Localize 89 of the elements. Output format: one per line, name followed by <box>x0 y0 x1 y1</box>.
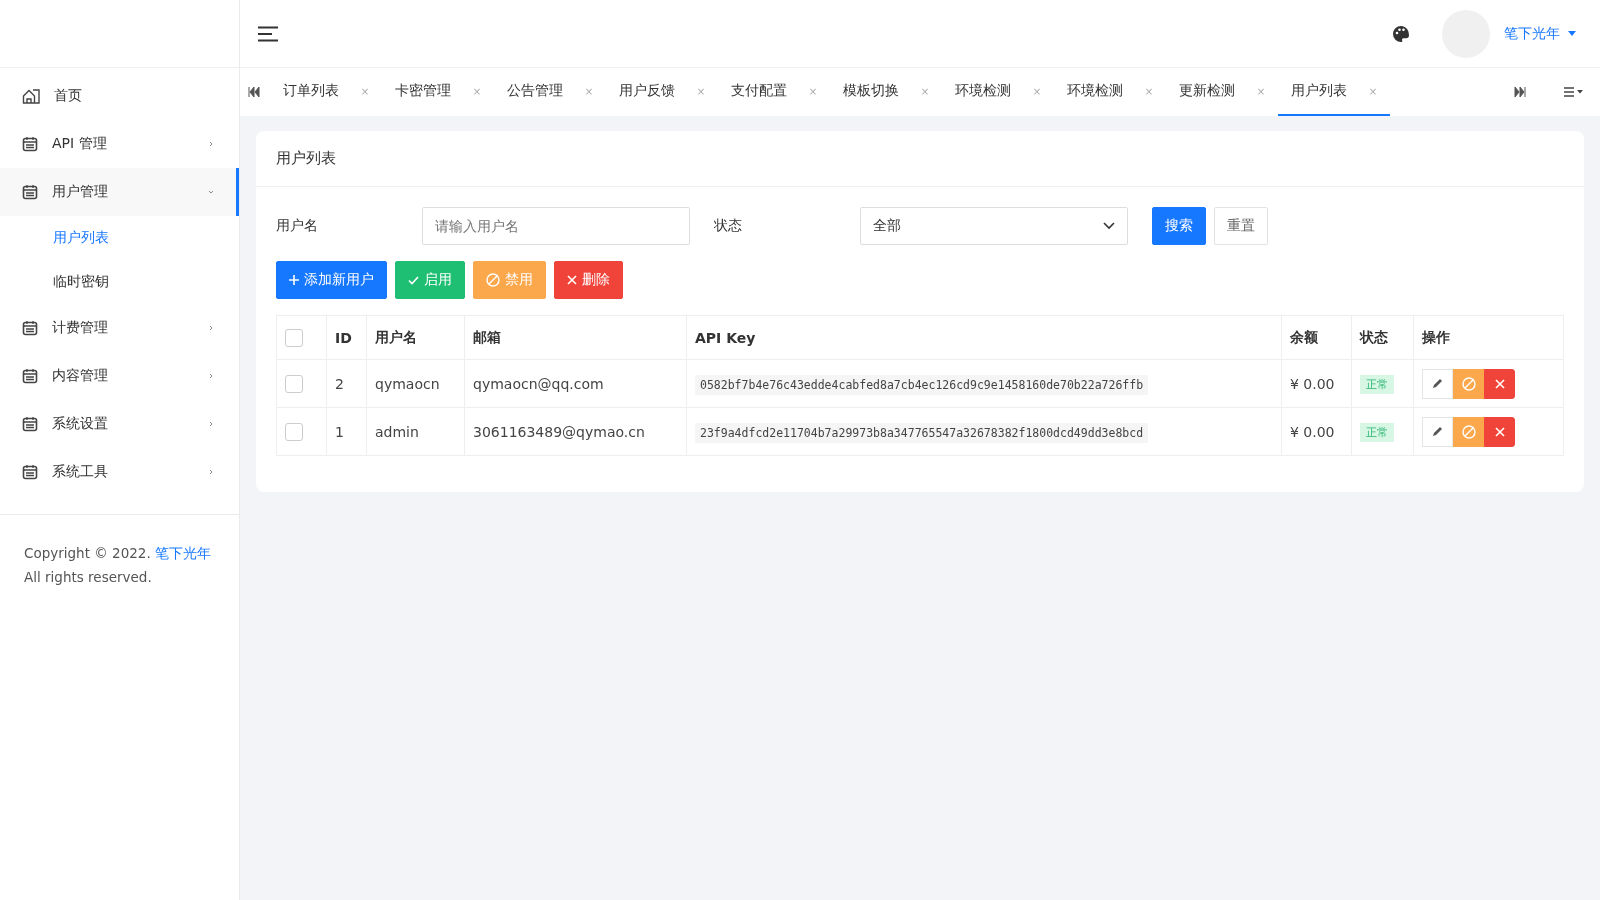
delete-button[interactable] <box>1484 416 1515 447</box>
table-cell: ¥ 0.00 <box>1281 407 1352 456</box>
calendar-icon <box>22 184 38 200</box>
disable-button[interactable] <box>1453 368 1484 399</box>
reset-button[interactable]: 重置 <box>1214 207 1268 245</box>
chevron-right-icon <box>208 373 214 379</box>
edit-button[interactable] <box>1422 416 1453 447</box>
column-header: 邮箱 <box>464 315 687 360</box>
api-key: 23f9a4dfcd2e11704b7a29973b8a347765547a32678382f1800dcd49dd3e8bcd <box>695 422 1149 443</box>
nav-item[interactable]: 计费管理 <box>0 304 239 352</box>
status-label: 状态 <box>714 217 743 235</box>
close-icon <box>1494 378 1505 389</box>
row-checkbox[interactable] <box>285 374 303 393</box>
chevron-right-icon <box>208 325 214 331</box>
first-tab-icon[interactable] <box>248 87 260 97</box>
chevron-down-icon <box>208 189 214 195</box>
tab[interactable]: 用户反馈 × <box>606 68 718 116</box>
chevron-right-icon <box>208 469 214 475</box>
delete-button[interactable] <box>1484 368 1515 399</box>
caret-icon <box>1568 31 1576 36</box>
home-icon <box>22 88 40 104</box>
status-select[interactable]: 全部 <box>860 207 1128 245</box>
close-icon <box>1494 426 1505 437</box>
tab[interactable]: 卡密管理 × <box>382 68 494 116</box>
table-cell: 2 <box>326 359 367 408</box>
nav-subitem[interactable]: 用户列表 <box>0 216 239 260</box>
table-cell: 1 <box>326 407 367 456</box>
last-tab-icon[interactable] <box>1514 87 1526 97</box>
table-cell: ¥ 0.00 <box>1281 359 1352 408</box>
nav-item[interactable]: API 管理 <box>0 120 239 168</box>
select-all-checkbox[interactable] <box>285 328 303 347</box>
table-cell: admin <box>366 407 465 456</box>
close-icon <box>567 275 577 285</box>
nav-item[interactable]: 内容管理 <box>0 352 239 400</box>
nav-subitem[interactable]: 临时密钥 <box>0 260 239 304</box>
tab[interactable]: 模板切换 × <box>830 68 942 116</box>
palette-icon[interactable] <box>1392 24 1410 43</box>
author-link[interactable]: 笔下光年 <box>155 545 211 561</box>
status-badge: 正常 <box>1360 423 1394 442</box>
ban-icon <box>1461 376 1476 391</box>
tab[interactable]: 环境检测 × <box>942 68 1054 116</box>
column-header: API Key <box>686 315 1282 360</box>
chevron-right-icon <box>208 141 214 147</box>
status-badge: 正常 <box>1360 375 1394 394</box>
calendar-icon <box>22 464 38 480</box>
pencil-icon <box>1432 378 1443 389</box>
column-header: 用户名 <box>366 315 465 360</box>
calendar-icon <box>22 416 38 432</box>
user-menu[interactable]: 笔下光年 <box>1504 24 1576 43</box>
card-title: 用户列表 <box>256 131 1584 187</box>
nav-item[interactable]: 首页 <box>0 72 239 120</box>
pencil-icon <box>1432 426 1443 437</box>
search-button[interactable]: 搜索 <box>1152 207 1206 245</box>
nav-item[interactable]: 用户管理 <box>0 168 239 216</box>
ban-icon <box>1461 424 1476 439</box>
table-cell: qymaocn@qq.com <box>464 359 687 408</box>
column-header: ID <box>326 315 367 360</box>
menu-icon[interactable] <box>258 25 278 42</box>
calendar-icon <box>22 320 38 336</box>
table-cell: qymaocn <box>366 359 465 408</box>
calendar-icon <box>22 136 38 152</box>
tab[interactable]: 更新检测 × <box>1166 68 1278 116</box>
add-button[interactable]: 添加新用户 <box>276 261 387 299</box>
copyright-text: Copyright © 2022. 笔下光年 All rights reserved. <box>23 544 212 587</box>
nav-item[interactable]: 系统工具 <box>0 448 239 496</box>
tab[interactable]: 用户列表 × <box>1278 68 1390 116</box>
table-cell: 3061163489@qymao.cn <box>464 407 687 456</box>
username-label: 用户名 <box>276 217 319 235</box>
tab[interactable]: 支付配置 × <box>718 68 830 116</box>
chevron-right-icon <box>208 421 214 427</box>
check-icon <box>408 275 419 285</box>
plus-icon <box>289 275 299 285</box>
disable-button[interactable] <box>1453 416 1484 447</box>
tab-menu-icon[interactable] <box>1564 87 1584 97</box>
ban-icon <box>486 273 500 287</box>
calendar-icon <box>22 368 38 384</box>
username-field[interactable]: 请输入用户名 <box>422 207 690 245</box>
column-header: 操作 <box>1413 315 1564 360</box>
row-checkbox[interactable] <box>285 422 303 441</box>
tab[interactable]: 订单列表 × <box>270 68 382 116</box>
column-header: 状态 <box>1351 315 1414 360</box>
edit-button[interactable] <box>1422 368 1453 399</box>
nav-item[interactable]: 系统设置 <box>0 400 239 448</box>
tab[interactable]: 公告管理 × <box>494 68 606 116</box>
delete-button[interactable]: 删除 <box>554 261 623 299</box>
api-key: 0582bf7b4e76c43edde4cabfed8a7cb4ec126cd9c9e1458160de70b22a726ffb <box>695 374 1149 395</box>
tab[interactable]: 环境检测 × <box>1054 68 1166 116</box>
column-header: 余额 <box>1281 315 1352 360</box>
chevron-down-icon <box>1103 222 1115 230</box>
